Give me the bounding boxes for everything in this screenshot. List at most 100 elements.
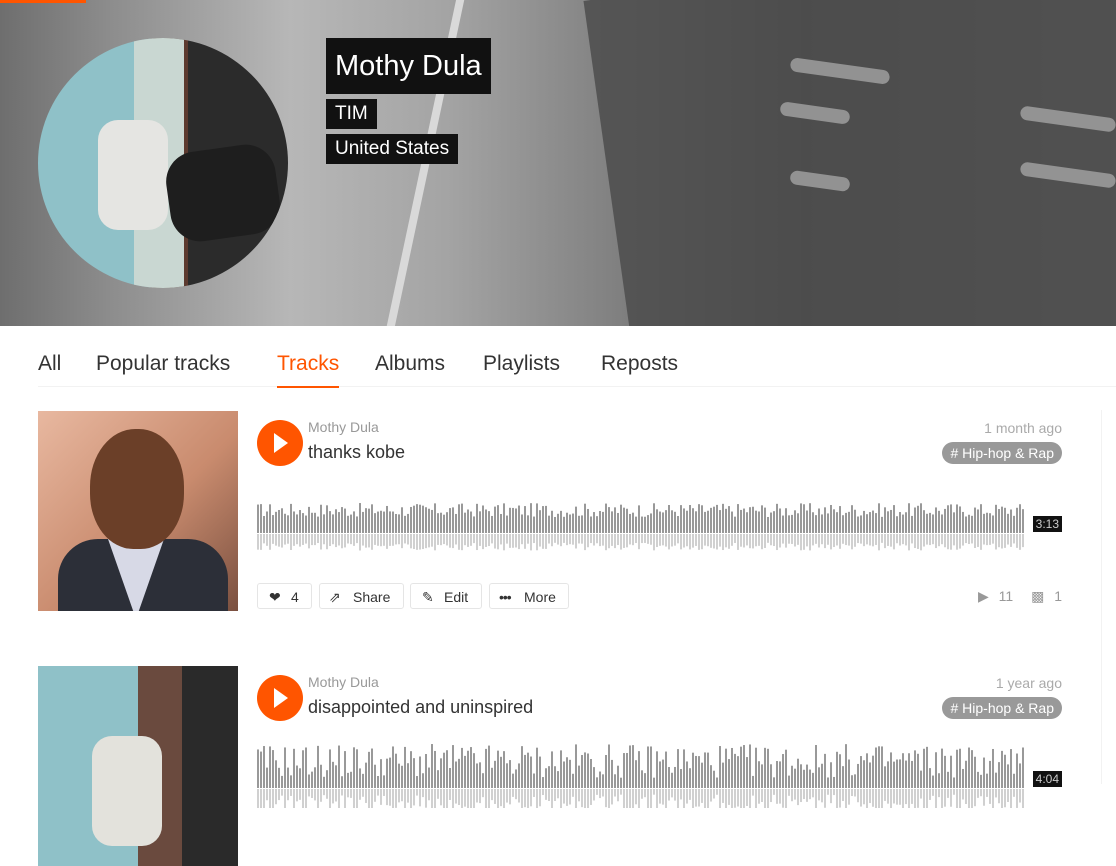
- edit-button[interactable]: ✎ Edit: [410, 583, 482, 609]
- waveform-reflection-bar: [275, 534, 277, 546]
- waveform-reflection-bar: [677, 789, 679, 808]
- waveform-reflection-bar: [761, 534, 763, 550]
- waveform-reflection-bar: [530, 789, 532, 807]
- waveform-bar: [689, 768, 691, 788]
- waveform-bar: [344, 508, 346, 533]
- play-button[interactable]: [257, 420, 303, 466]
- waveform-bar: [692, 752, 694, 788]
- waveform-reflection-bar: [647, 534, 649, 544]
- waveform-bar: [560, 750, 562, 788]
- waveform-bar: [872, 510, 874, 533]
- waveform-reflection-bar: [386, 534, 388, 549]
- waveform-reflection-bar: [482, 534, 484, 550]
- waveform-bar: [527, 752, 529, 788]
- waveform-reflection-bar: [434, 534, 436, 551]
- tab-albums[interactable]: Albums: [375, 350, 445, 386]
- waveform-bar: [440, 512, 442, 533]
- waveform[interactable]: [257, 738, 1062, 808]
- waveform-bar: [347, 772, 349, 788]
- waveform-bar: [620, 504, 622, 533]
- waveform-bar: [695, 755, 697, 788]
- waveform-bar: [794, 510, 796, 533]
- genre-tag[interactable]: # Hip-hop & Rap: [942, 442, 1062, 464]
- tab-playlists[interactable]: Playlists: [483, 350, 560, 386]
- tab-popular-tracks[interactable]: Popular tracks: [96, 350, 230, 386]
- waveform-bar: [272, 750, 274, 788]
- waveform-reflection-bar: [509, 534, 511, 548]
- waveform-bar: [977, 509, 979, 533]
- waveform-reflection-bar: [446, 534, 448, 546]
- waveform-reflection-bar: [944, 534, 946, 548]
- waveform-reflection-bar: [338, 534, 340, 546]
- waveform-reflection-bar: [488, 789, 490, 808]
- waveform-reflection-bar: [950, 789, 952, 807]
- waveform-reflection-bar: [497, 534, 499, 550]
- comment-count[interactable]: 1: [1054, 588, 1062, 604]
- waveform-reflection-bar: [464, 534, 466, 546]
- share-button[interactable]: ⇗ Share: [319, 583, 404, 609]
- waveform-bar: [575, 506, 577, 533]
- waveform-bar: [296, 765, 298, 788]
- waveform-reflection-bar: [623, 789, 625, 808]
- more-button[interactable]: ••• More: [489, 583, 569, 609]
- waveform-reflection-bar: [926, 534, 928, 545]
- track-artist[interactable]: Mothy Dula: [308, 674, 379, 690]
- waveform-reflection-bar: [878, 534, 880, 551]
- waveform-reflection-bar: [701, 534, 703, 550]
- play-button[interactable]: [257, 675, 303, 721]
- waveform-bar: [743, 745, 745, 788]
- waveform-bar: [437, 770, 439, 788]
- track-artwork[interactable]: [38, 411, 238, 611]
- waveform-reflection-bar: [686, 534, 688, 547]
- waveform-bar: [845, 512, 847, 533]
- waveform-reflection-bar: [437, 534, 439, 545]
- waveform-reflection-bar: [977, 534, 979, 547]
- waveform-reflection-bar: [461, 534, 463, 551]
- waveform-bar: [410, 751, 412, 788]
- waveform[interactable]: [257, 483, 1062, 553]
- profile-avatar[interactable]: [38, 38, 288, 288]
- waveform-bar: [947, 505, 949, 533]
- waveform-bar: [326, 770, 328, 788]
- waveform-bar: [389, 511, 391, 533]
- waveform-reflection-bar: [1001, 534, 1003, 549]
- track-artwork[interactable]: [38, 666, 238, 866]
- waveform-bar: [677, 516, 679, 533]
- waveform-reflection-bar: [746, 534, 748, 546]
- track-title[interactable]: disappointed and uninspired: [308, 697, 533, 718]
- waveform-bar: [767, 516, 769, 533]
- waveform-bar: [755, 510, 757, 533]
- track-title[interactable]: thanks kobe: [308, 442, 405, 463]
- waveform-bar: [359, 503, 361, 533]
- waveform-reflection-bar: [419, 534, 421, 550]
- waveform-bar: [476, 503, 478, 533]
- tab-reposts[interactable]: Reposts: [601, 350, 678, 386]
- waveform-bar: [317, 516, 319, 533]
- tab-tracks[interactable]: Tracks: [277, 350, 340, 388]
- more-label: More: [524, 589, 556, 605]
- waveform-reflection-bar: [524, 534, 526, 549]
- waveform-bar: [578, 765, 580, 788]
- waveform-bar: [776, 503, 778, 533]
- waveform-reflection-bar: [404, 534, 406, 544]
- comment-icon[interactable]: ▩: [1031, 588, 1044, 605]
- waveform-bar: [479, 762, 481, 788]
- top-accent-bar: [0, 0, 86, 3]
- track-duration: 4:04: [1032, 771, 1062, 787]
- waveform-bar: [770, 764, 772, 788]
- waveform-bar: [659, 761, 661, 788]
- waveform-bar: [338, 745, 340, 788]
- waveform-reflection-bar: [896, 534, 898, 544]
- waveform-bar: [710, 765, 712, 788]
- tab-all[interactable]: All: [38, 350, 61, 386]
- waveform-reflection-bar: [554, 534, 556, 543]
- track-artist[interactable]: Mothy Dula: [308, 419, 379, 435]
- waveform-reflection-bar: [824, 789, 826, 808]
- waveform-reflection-bar: [401, 789, 403, 802]
- waveform-reflection-bar: [872, 534, 874, 547]
- genre-tag[interactable]: # Hip-hop & Rap: [942, 697, 1062, 719]
- waveform-reflection-bar: [890, 534, 892, 547]
- waveform-reflection-bar: [839, 534, 841, 549]
- like-button[interactable]: ❤ 4: [257, 583, 312, 609]
- waveform-bar: [458, 504, 460, 533]
